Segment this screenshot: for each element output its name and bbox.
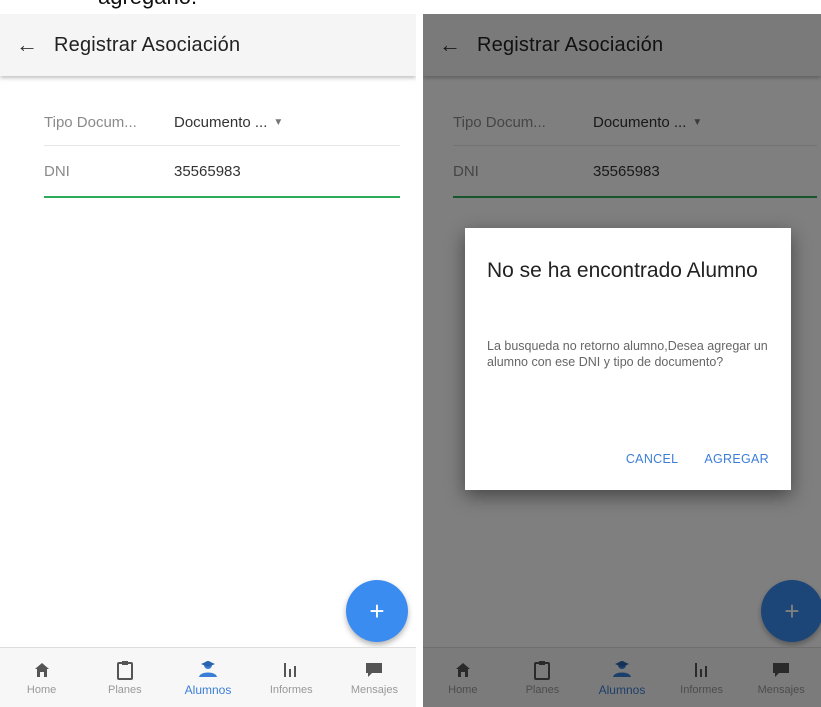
nav-item-planes[interactable]: Planes (83, 648, 166, 707)
nav-label-informes: Informes (269, 683, 313, 696)
message-icon (362, 660, 386, 680)
document-type-select[interactable]: Documento ... ▼ (174, 114, 283, 131)
dialog-message: La busqueda no retorno alumno,Desea agre… (487, 339, 768, 369)
nav-item-informes[interactable]: Informes (250, 648, 333, 707)
nav-item-alumnos[interactable]: Alumnos (166, 648, 249, 707)
students-icon (196, 659, 220, 679)
dni-label: DNI (44, 162, 70, 180)
document-type-label: Tipo Docum... (44, 114, 137, 131)
page-title: Registrar Asociación (54, 33, 241, 56)
phone-screen-form: ← Registrar Asociación Tipo Docum... Doc… (0, 14, 416, 707)
nav-label-home: Home (26, 683, 57, 696)
nav-label-mensajes: Mensajes (350, 683, 398, 696)
back-arrow-icon[interactable]: ← (0, 32, 54, 58)
bar-chart-icon (279, 660, 303, 680)
nav-item-mensajes[interactable]: Mensajes (333, 648, 416, 707)
clipboard-icon (113, 660, 137, 680)
dialog-title: No se ha encontrado Alumno (487, 259, 758, 282)
nav-item-home[interactable]: Home (0, 648, 83, 707)
document-type-row: Tipo Docum... Documento ... ▼ (44, 100, 400, 146)
not-found-dialog: No se ha encontrado Alumno La busqueda n… (465, 228, 791, 490)
app-bar: ← Registrar Asociación (0, 14, 416, 76)
phone-screen-dialog: ← Registrar Asociación Tipo Docum... Doc… (423, 14, 821, 707)
caption-text: agregarlo. (98, 0, 197, 10)
plus-icon: + (369, 595, 385, 626)
nav-label-planes: Planes (107, 683, 142, 696)
bottom-navigation: Home Planes Alumnos Informes Mensajes (0, 647, 416, 707)
add-fab-button[interactable]: + (346, 580, 408, 642)
cancel-button[interactable]: CANCEL (626, 452, 679, 466)
dni-input[interactable]: 35565983 (174, 163, 241, 180)
dialog-actions: CANCEL AGREGAR (626, 452, 769, 466)
dni-row: DNI 35565983 (44, 146, 400, 198)
dropdown-caret-icon: ▼ (273, 117, 284, 128)
home-icon (30, 660, 54, 680)
association-form: Tipo Docum... Documento ... ▼ DNI 355659… (44, 100, 400, 198)
document-type-value: Documento ... (174, 114, 268, 131)
nav-label-alumnos: Alumnos (184, 682, 232, 697)
add-button[interactable]: AGREGAR (704, 452, 769, 466)
